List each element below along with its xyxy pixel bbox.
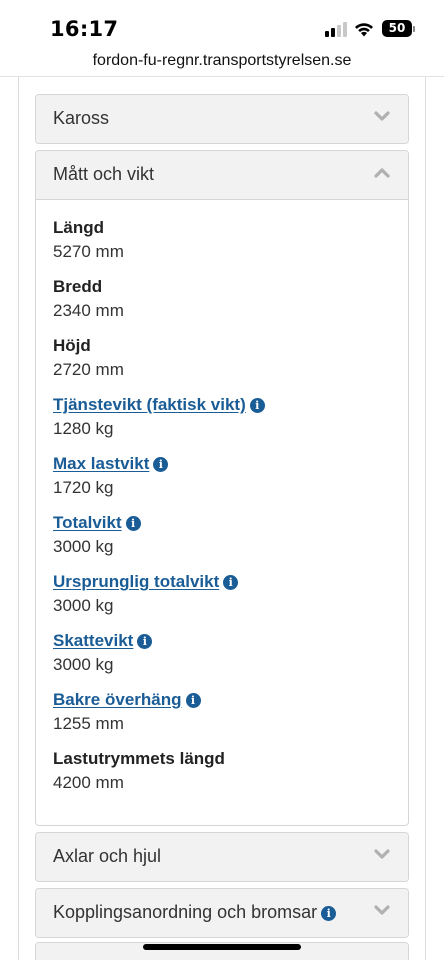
panel-koppling-title-text: Kopplingsanordning och bromsar [53,902,318,922]
info-icon[interactable]: i [153,457,169,472]
panel-koppling-title: Kopplingsanordning och bromsar i [53,902,337,923]
field-value: 5270 mm [53,242,124,261]
skattevikt-link[interactable]: Skattevikt [53,631,133,650]
field-skattevikt: Skattevikt i 3000 kg [53,630,153,676]
panel-axlar-header[interactable]: Axlar och hjul [36,833,408,881]
field-ursprunglig-totalvikt: Ursprunglig totalvikt i 3000 kg [53,571,239,617]
field-langd: Längd 5270 mm [53,217,124,263]
field-value: 3000 kg [53,655,114,674]
field-value: 1255 mm [53,714,124,733]
battery-tip [413,26,415,32]
panel-kaross-title: Kaross [53,108,110,128]
panel-axlar-och-hjul[interactable]: Axlar och hjul [35,832,409,882]
tjanstevikt-link[interactable]: Tjänstevikt (faktisk vikt) [53,395,246,414]
field-label: Längd [53,218,104,237]
field-value: 3000 kg [53,596,114,615]
field-value: 3000 kg [53,537,114,556]
field-tjanstevikt: Tjänstevikt (faktisk vikt) i 1280 kg [53,394,265,440]
info-icon[interactable]: i [321,906,337,921]
wifi-icon [355,23,373,37]
field-label: Bredd [53,277,103,296]
info-icon[interactable]: i [137,634,153,649]
panel-kaross-header[interactable]: Kaross [36,95,408,143]
field-lastutrymmets-langd: Lastutrymmets längd 4200 mm [53,748,225,794]
bakre-overhang-link[interactable]: Bakre överhäng [53,690,182,709]
status-bar: 16:17 50 [0,0,444,50]
info-icon[interactable]: i [249,398,265,413]
field-value: 4200 mm [53,773,124,792]
panel-koppling-header[interactable]: Kopplingsanordning och bromsar i [36,889,408,937]
field-value: 2720 mm [53,360,124,379]
field-totalvikt: Totalvikt i 3000 kg [53,512,141,558]
field-value: 1280 kg [53,419,114,438]
field-hojd: Höjd 2720 mm [53,335,124,381]
panel-kopplingsanordning[interactable]: Kopplingsanordning och bromsar i [35,888,409,938]
info-icon[interactable]: i [125,516,141,531]
field-bakre-overhang: Bakre överhäng i 1255 mm [53,689,201,735]
browser-url[interactable]: fordon-fu-regnr.transportstyrelsen.se [0,50,444,77]
panel-axlar-title: Axlar och hjul [53,846,162,866]
chevron-up-icon[interactable] [374,167,390,179]
home-indicator [143,944,301,950]
field-value: 1720 kg [53,478,114,497]
field-bredd: Bredd 2340 mm [53,276,124,322]
max-lastvikt-link[interactable]: Max lastvikt [53,454,149,473]
panel-matt-title: Mått och vikt [53,164,155,184]
info-icon[interactable]: i [185,693,201,708]
panel-kaross[interactable]: Kaross [35,94,409,144]
panel-matt-header[interactable]: Mått och vikt [36,151,408,200]
chevron-down-icon[interactable] [374,111,390,123]
ursprunglig-totalvikt-link[interactable]: Ursprunglig totalvikt [53,572,219,591]
chevron-down-icon[interactable] [374,849,390,861]
field-label: Höjd [53,336,91,355]
field-label: Lastutrymmets längd [53,749,225,768]
cellular-signal-icon [325,22,347,37]
field-max-lastvikt: Max lastvikt i 1720 kg [53,453,169,499]
field-value: 2340 mm [53,301,124,320]
battery-icon: 50 [382,20,412,37]
totalvikt-link[interactable]: Totalvikt [53,513,122,532]
panel-matt-och-vikt: Mått och vikt Längd 5270 mm Bredd 2340 m… [35,150,409,826]
status-time: 16:17 [50,17,119,41]
info-icon[interactable]: i [223,575,239,590]
chevron-down-icon[interactable] [374,905,390,917]
